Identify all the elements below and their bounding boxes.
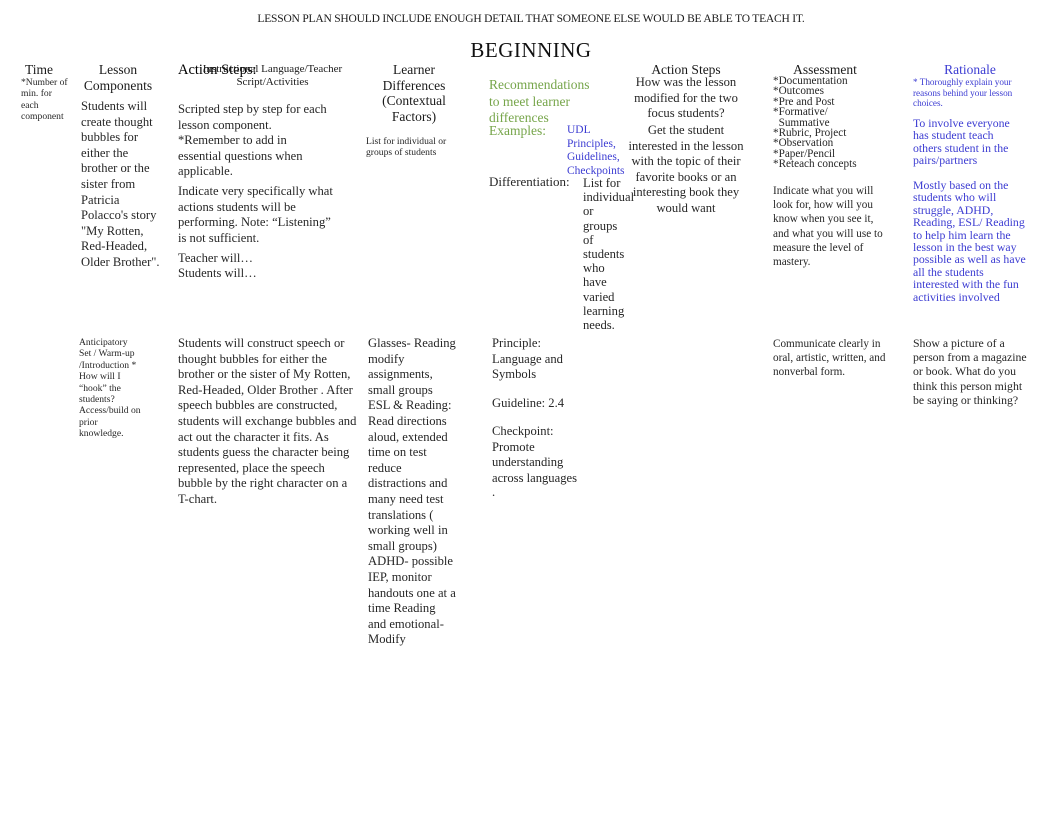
row-anticipatory-time-cell: Anticipatory Set / Warm-up /Introduction… bbox=[79, 337, 141, 440]
column-header-lesson-components: Lesson Components bbox=[83, 62, 153, 93]
column-header-rationale: Rationale bbox=[944, 62, 996, 77]
row-anticipatory-lesson-components-cell: Students will construct speech or though… bbox=[178, 336, 357, 506]
action-steps-1-teacher-will: Teacher will… bbox=[178, 251, 253, 265]
lesson-components-body: Students will create thought bubbles for… bbox=[81, 99, 160, 269]
action-steps-1-para-1: Scripted step by step for each lesson co… bbox=[178, 102, 327, 179]
differentiation-label: Differentiation: bbox=[489, 174, 570, 189]
recommendations-examples-label: Examples: bbox=[489, 123, 546, 138]
differentiation-body-lead: List for individual or groups of student… bbox=[583, 176, 635, 333]
rationale-para-1: To involve everyone has student teach ot… bbox=[913, 116, 1010, 168]
learner-differences-body: List for individual or groups of student… bbox=[366, 136, 447, 159]
action-steps-1-para-2: Indicate very specifically what actions … bbox=[178, 184, 333, 245]
recommendations-header: Recommendations to meet learner differen… bbox=[489, 77, 590, 125]
column-header-time: Time bbox=[24, 62, 53, 77]
row-anticipatory-checkpoint-trailing: . bbox=[492, 485, 496, 499]
row-anticipatory-principle: Principle: Language and Symbols bbox=[492, 336, 563, 382]
action-steps-2-header-note: How was the lesson modified for the two … bbox=[634, 75, 738, 121]
action-steps-1-header-note: Instructional Language/Teacher Script/Ac… bbox=[202, 63, 343, 88]
column-header-learner-differences: Learner Differences (Contextual Factors) bbox=[382, 62, 446, 124]
row-anticipatory-checkpoint: Checkpoint: Promote understanding across… bbox=[492, 424, 577, 485]
lesson-plan-page: LESSON PLAN SHOULD INCLUDE ENOUGH DETAIL… bbox=[0, 0, 1062, 830]
time-note: *Number of min. for each component bbox=[21, 77, 68, 123]
row-anticipatory-guideline: Guideline: 2.4 bbox=[492, 396, 565, 410]
assessment-bullet-list: *Documentation *Outcomes *Pre and Post *… bbox=[773, 75, 888, 171]
rationale-note: * Thoroughly explain your reasons behind… bbox=[913, 77, 1013, 109]
list-item: *Reteach concepts bbox=[773, 158, 857, 171]
action-steps-2-body: Get the student interested in the lesson… bbox=[628, 123, 744, 215]
page-banner: LESSON PLAN SHOULD INCLUDE ENOUGH DETAIL… bbox=[257, 13, 805, 25]
assessment-note: Indicate what you will look for, how wil… bbox=[773, 185, 883, 269]
page-title: BEGINNING bbox=[470, 38, 592, 62]
row-anticipatory-rationale-cell: Show a picture of a person from a magazi… bbox=[913, 336, 1027, 407]
action-steps-1-students-will: Students will… bbox=[178, 266, 257, 280]
rationale-para-2: Mostly based on the students who will st… bbox=[913, 178, 1026, 304]
row-anticipatory-learner-differences-cell: Glasses- Reading modify assignments, sma… bbox=[368, 336, 456, 647]
row-anticipatory-assessment-cell: Communicate clearly in oral, artistic, w… bbox=[773, 338, 886, 379]
